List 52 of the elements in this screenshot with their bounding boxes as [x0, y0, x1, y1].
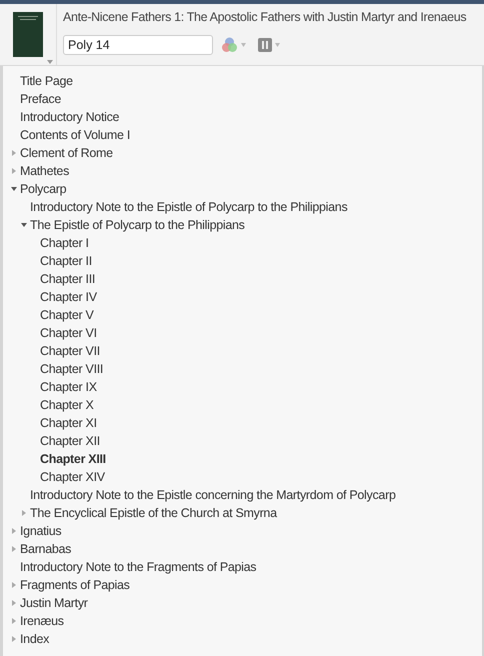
toc-entry[interactable]: Introductory Notice — [20, 108, 120, 126]
toc-entry[interactable]: Chapter XIII — [40, 450, 106, 468]
toc-entry[interactable]: Chapter VIII — [40, 360, 104, 378]
toc-entry[interactable]: Chapter IV — [40, 288, 97, 306]
book-cover-icon[interactable] — [13, 12, 43, 57]
collapsed-caret-icon[interactable] — [21, 510, 27, 516]
columns-icon — [258, 38, 272, 52]
toc-entry[interactable]: The Epistle of Polycarp to the Philippians — [30, 216, 245, 234]
toc-entry[interactable]: Preface — [20, 90, 61, 108]
toc-entry[interactable]: Justin Martyr — [20, 594, 88, 612]
book-title: Ante-Nicene Fathers 1: The Apostolic Fathers with Justin Martyr and Irenaeus — [63, 9, 466, 26]
caret-icon — [275, 42, 280, 47]
toc-entry[interactable]: Chapter II — [40, 252, 92, 270]
toc-entry[interactable]: Chapter I — [40, 234, 89, 252]
toc-entry[interactable]: Chapter XIV — [40, 468, 105, 486]
toc-entry[interactable]: Mathetes — [20, 162, 70, 180]
toc-entry[interactable]: Chapter X — [40, 396, 94, 414]
toc-entry[interactable]: Introductory Note to the Fragments of Papias — [20, 558, 256, 576]
highlight-menu-button[interactable] — [219, 34, 248, 55]
toc-entry[interactable]: Polycarp — [20, 180, 66, 198]
toc-entry[interactable]: Chapter XII — [40, 432, 100, 450]
collapsed-caret-icon[interactable] — [11, 150, 17, 156]
toc-entry[interactable]: Introductory Note to the Epistle of Polycarp to the Philippians — [30, 198, 348, 216]
toc-entry[interactable]: Clement of Rome — [20, 144, 113, 162]
toc-entry[interactable]: Contents of Volume I — [20, 126, 130, 144]
toc-entry[interactable]: Index — [20, 630, 50, 648]
caret-icon — [241, 42, 246, 47]
toc-entry[interactable]: Chapter VII — [40, 342, 100, 360]
color-circles-icon — [221, 36, 238, 53]
collapsed-caret-icon[interactable] — [11, 546, 17, 552]
collapsed-caret-icon[interactable] — [11, 636, 17, 642]
toc-entry[interactable]: The Encyclical Epistle of the Church at Smyrna — [30, 504, 277, 522]
expanded-caret-icon[interactable] — [11, 186, 17, 192]
toc-entry[interactable]: Chapter VI — [40, 324, 97, 342]
toc-entry[interactable]: Irenæus — [20, 612, 64, 630]
collapsed-caret-icon[interactable] — [11, 618, 17, 624]
toc-entry[interactable]: Title Page — [20, 72, 73, 90]
toc-entry[interactable]: Introductory Note to the Epistle concerning the Martyrdom of Polycarp — [30, 486, 396, 504]
reference-field[interactable]: Poly 14 — [63, 34, 213, 55]
toc-entry[interactable]: Chapter XI — [40, 414, 97, 432]
dropdown-caret-icon[interactable] — [47, 60, 53, 64]
collapsed-caret-icon[interactable] — [11, 168, 17, 174]
collapsed-caret-icon[interactable] — [11, 600, 17, 606]
toc-entry[interactable]: Chapter IX — [40, 378, 97, 396]
collapsed-caret-icon[interactable] — [11, 528, 17, 534]
toc-entry[interactable]: Chapter III — [40, 270, 96, 288]
toc-entry[interactable]: Ignatius — [20, 522, 62, 540]
toc-entry[interactable]: Barnabas — [20, 540, 72, 558]
toc-entry[interactable]: Fragments of Papias — [20, 576, 130, 594]
toc-entry[interactable]: Chapter V — [40, 306, 94, 324]
collapsed-caret-icon[interactable] — [11, 582, 17, 588]
expanded-caret-icon[interactable] — [21, 222, 27, 228]
